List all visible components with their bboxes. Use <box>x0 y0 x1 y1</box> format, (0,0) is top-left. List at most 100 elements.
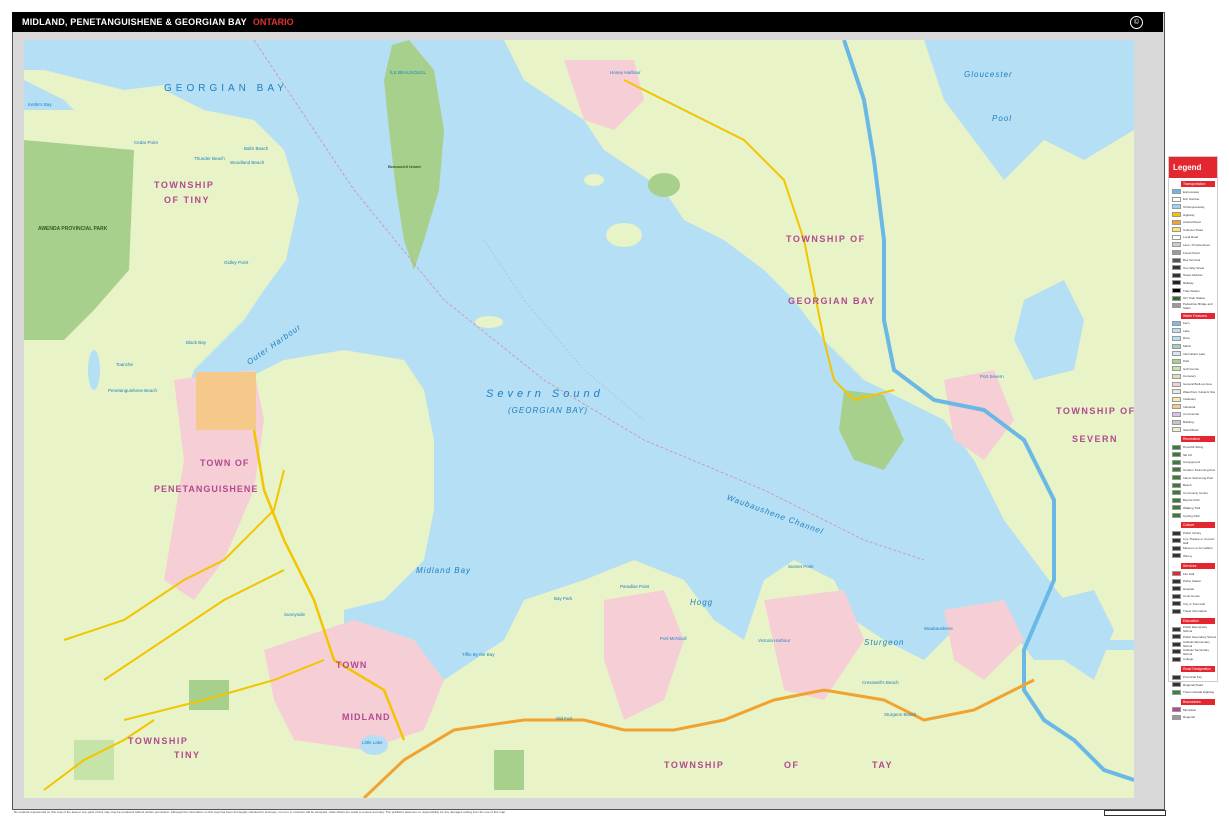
legend-section-header: Water Features <box>1181 312 1215 319</box>
label-ile-beausoleil: ÎLE BEAUSOLEIL <box>390 70 427 75</box>
island-small-1 <box>606 223 642 247</box>
legend-item-label: Court House <box>1183 594 1200 599</box>
legend-item: Lake <box>1172 327 1217 335</box>
legend-swatch <box>1172 714 1181 720</box>
legend-item: Downhill Skiing <box>1172 443 1217 451</box>
map-title: MIDLAND, PENETANGUISHENE & GEORGIAN BAY <box>22 17 247 27</box>
label-severn-sound: Severn Sound <box>486 388 604 400</box>
legend-item: Provincial Key <box>1172 673 1217 681</box>
legend-swatch <box>1172 272 1181 278</box>
legend-item-label: GO Train Station <box>1183 296 1206 301</box>
legend-item: Outdoor Swimming Pool <box>1172 466 1217 474</box>
label-tiffin: Tiffin By the Bay <box>462 652 495 657</box>
label-sunnyside: Sunnyside <box>284 612 306 617</box>
legend-item-label: Public Secondary School <box>1183 634 1217 639</box>
legend-item-label: Public Elementary School <box>1183 625 1208 634</box>
compass-badge-icon: © <box>1130 16 1143 29</box>
legend-item: Industrial <box>1172 403 1217 411</box>
map-canvas[interactable]: GEORGIAN BAY Severn Sound (GEORGIAN BAY)… <box>24 40 1134 798</box>
legend-title: Legend <box>1169 157 1217 178</box>
legend-item-label: Outdoor Swimming Pool <box>1183 467 1216 472</box>
legend-swatch <box>1172 358 1181 364</box>
legend-swatch <box>1172 641 1181 647</box>
legend-swatch <box>1172 265 1181 271</box>
legend-item: Expressway <box>1172 188 1217 196</box>
legend-item: Municipal <box>1172 706 1217 714</box>
label-twp-severn-1: TOWNSHIP OF <box>1056 406 1134 416</box>
legend-swatch <box>1172 227 1181 233</box>
legend-swatch <box>1172 545 1181 551</box>
legend-item-label: Lane / Private Road <box>1183 242 1210 247</box>
label-paradise-point: Paradise Point <box>620 584 650 589</box>
legend-item-label: Pedestrian Bridge and Stairs <box>1183 301 1213 310</box>
legend-section-header: Education <box>1181 618 1215 625</box>
legend-item: Regional Road <box>1172 681 1217 689</box>
legend-swatch <box>1172 538 1181 544</box>
legend-item: General Built-up Area <box>1172 380 1217 388</box>
label-awenda-park: AWENDA PROVINCIAL PARK <box>38 226 108 232</box>
legend-item: Hospital <box>1172 585 1217 593</box>
legend-item: Police Station <box>1172 577 1217 585</box>
legend-item: Museum or Art Gallery <box>1172 545 1217 553</box>
label-twp-severn-2: SEVERN <box>1072 434 1119 444</box>
legend-item: Commercial <box>1172 411 1217 419</box>
legend-item-label: Campground <box>1183 460 1201 465</box>
legend-swatch <box>1172 257 1181 263</box>
legend-item: Intermittent Lake <box>1172 350 1217 358</box>
legend-item-label: Arterial Road <box>1183 220 1201 225</box>
legend-swatch <box>1172 682 1181 688</box>
legend-swatch <box>1172 242 1181 248</box>
label-victoria-harbour: Victoria Harbour <box>758 638 791 643</box>
legend-item: Forest Road <box>1172 249 1217 257</box>
label-twp-tay-1: TOWNSHIP <box>664 760 725 770</box>
label-cresswells-beach: Cresswell's Beach <box>862 680 899 685</box>
legend-swatch <box>1172 343 1181 349</box>
legend-item: Waterfront / Historic Site <box>1172 388 1217 396</box>
legend-item-label: Industrial <box>1183 404 1196 409</box>
legend-swatch <box>1172 459 1181 465</box>
legend-item: Live Theatre or Concert Hall <box>1172 537 1217 545</box>
label-twp-tiny-south-2: TINY <box>174 750 201 760</box>
label-twp-georgian-2: GEORGIAN BAY <box>788 296 876 306</box>
map-drawing <box>24 40 1134 798</box>
legend-item-label: General Built-up Area <box>1183 382 1212 387</box>
legend-item-label: Travel Information <box>1183 609 1208 614</box>
island-small-2 <box>475 316 503 328</box>
disclaimer-text: No material represented on this map of t… <box>14 810 506 814</box>
legend-body: Transportation Expressway Exit Number Toll … <box>1169 181 1217 721</box>
label-balm-beach: Balm Beach <box>244 146 269 151</box>
legend-item: Trans-Canada Highway <box>1172 688 1217 696</box>
legend-item: Marsh <box>1172 342 1217 350</box>
legend-item-label: College <box>1183 657 1194 662</box>
legend-item-label: Cemetery <box>1183 374 1197 379</box>
legend-item-label: Train Station <box>1183 288 1200 293</box>
legend-item: Island/Rock <box>1172 426 1217 434</box>
label-port-severn: Port Severn <box>980 374 1004 379</box>
legend-item-label: Fire Hall <box>1183 571 1195 576</box>
legend-item: Train Station <box>1172 287 1217 295</box>
legend-swatch <box>1172 490 1181 496</box>
legend-swatch <box>1172 689 1181 695</box>
legend-item: Railway <box>1172 279 1217 287</box>
label-pool: Pool <box>992 114 1013 123</box>
label-twp-tiny-south-1: TOWNSHIP <box>128 736 189 746</box>
legend-item: Golf Course <box>1172 365 1217 373</box>
legend-item-label: Forest Road <box>1183 250 1200 255</box>
map-province: ONTARIO <box>252 17 294 27</box>
scale-bar <box>1104 810 1166 816</box>
legend-swatch <box>1172 452 1181 458</box>
label-kettles-bay: Kettle's Bay <box>28 102 52 107</box>
legend-swatch <box>1172 250 1181 256</box>
legend-swatch <box>1172 513 1181 519</box>
legend-item-label: Bus Terminal <box>1183 258 1201 263</box>
legend-item: Walking Trail <box>1172 504 1217 512</box>
legend-item: River <box>1172 335 1217 343</box>
legend-item-label: Commercial <box>1183 412 1200 417</box>
label-gidley-point: Gidley Point <box>224 260 249 265</box>
label-honey-harbour: Honey Harbour <box>610 70 641 75</box>
label-town-midland-2: MIDLAND <box>342 712 391 722</box>
legend-swatch <box>1172 303 1181 309</box>
legend-swatch <box>1172 419 1181 425</box>
park-georgian-bay <box>839 390 904 470</box>
legend-item: Regional <box>1172 714 1217 722</box>
